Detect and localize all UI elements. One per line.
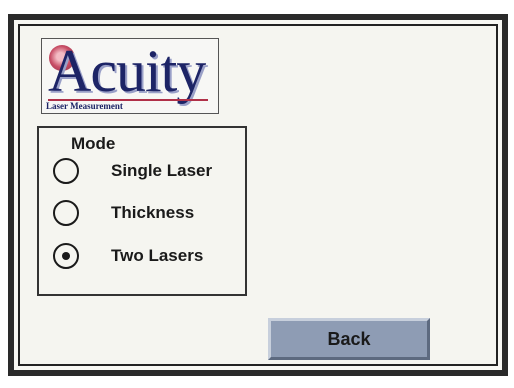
lcd-screen: Acuity Laser Measurement Mode Single Las… (18, 24, 498, 366)
mode-option-label: Single Laser (111, 161, 213, 180)
radio-dot-icon (62, 252, 70, 260)
mode-option-single-laser[interactable]: Single Laser (53, 156, 212, 186)
mode-option-label: Two Lasers (111, 246, 204, 265)
radio-unselected-icon[interactable] (53, 200, 79, 226)
radio-selected-icon[interactable] (53, 243, 79, 269)
back-button[interactable]: Back (268, 318, 430, 360)
radio-unselected-icon[interactable] (53, 158, 79, 184)
mode-group: Mode Single Laser Thickness Two Lasers (37, 126, 247, 296)
logo-wordmark: Acuity (48, 38, 206, 104)
mode-option-label: Thickness (111, 203, 195, 222)
logo-tagline: Laser Measurement (46, 101, 123, 111)
mode-option-thickness[interactable]: Thickness (53, 198, 194, 228)
acuity-logo: Acuity Laser Measurement (41, 38, 219, 114)
mode-option-two-lasers[interactable]: Two Lasers (53, 241, 203, 271)
mode-title: Mode (71, 134, 116, 153)
